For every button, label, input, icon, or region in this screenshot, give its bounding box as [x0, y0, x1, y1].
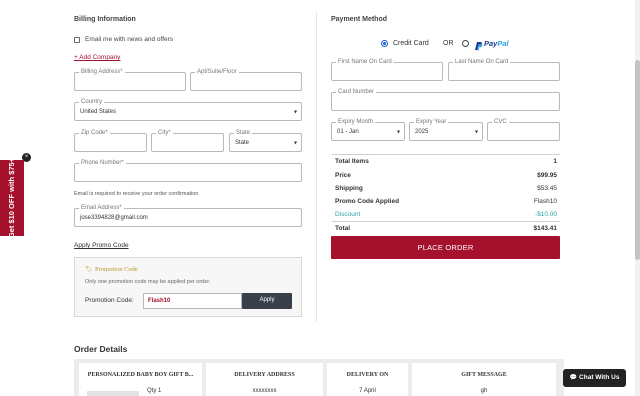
- summary-total-items: Total Items 1: [335, 158, 557, 165]
- country-select[interactable]: Country United States ▾: [74, 99, 302, 121]
- email-address-value: jose3394828@gmail.com: [80, 214, 148, 221]
- order-card-value: xxxxxxxx: [252, 388, 277, 394]
- expiry-year-select[interactable]: Expiry Year 2025 ▾: [409, 119, 483, 141]
- order-card-value: Qty 1: [147, 388, 162, 394]
- city-field[interactable]: City*: [151, 130, 224, 152]
- tag-icon: 🏷: [85, 267, 93, 273]
- order-details-title: Order Details: [74, 344, 128, 354]
- summary-price: Price $99.95: [335, 172, 557, 179]
- promotion-note: Only one promotion code may be applied p…: [85, 279, 211, 285]
- chevron-down-icon: ▾: [293, 140, 297, 146]
- chat-bubble-icon: 💬: [569, 375, 578, 381]
- place-order-button[interactable]: PLACE ORDER: [331, 236, 560, 259]
- zip-code-field[interactable]: Zip Code*: [74, 130, 147, 152]
- order-card-header: DELIVERY ON: [346, 372, 389, 378]
- expiry-year-label: Expiry Year: [414, 119, 449, 126]
- apt-suite-label: Apt/Suite/Floor: [195, 69, 239, 76]
- first-name-on-card-label: First Name On Card: [336, 59, 394, 66]
- summary-promo-applied: Promo Code Applied Flash10: [335, 198, 557, 205]
- paypal-radio[interactable]: [462, 40, 469, 47]
- email-optin-label: Email me with news and offers: [85, 36, 174, 43]
- email-address-field[interactable]: Email Address* jose3394828@gmail.com: [74, 205, 302, 227]
- order-card-header: DELIVERY ADDRESS: [234, 372, 295, 378]
- promotion-box-title: Promotion Code: [95, 266, 138, 273]
- summary-total-divider: [332, 221, 560, 222]
- billing-address-label: Billing Address*: [79, 69, 125, 76]
- state-label: State: [234, 130, 253, 137]
- billing-title: Billing Information: [74, 16, 136, 23]
- order-card-delivery-on: DELIVERY ON 7 April: [327, 363, 408, 396]
- card-number-label: Card Number: [336, 89, 377, 96]
- cvc-label: CVC: [492, 119, 509, 126]
- order-card-header: PERSONALIZED BABY BOY GIFT B...: [87, 372, 194, 378]
- country-label: Country: [79, 99, 105, 106]
- apply-promo-link[interactable]: Apply Promo Code: [74, 242, 129, 249]
- expiry-month-label: Expiry Month: [336, 119, 376, 126]
- summary-shipping: Shipping $53.45: [335, 185, 557, 192]
- expiry-year-value: 2025: [415, 128, 429, 135]
- order-card-value: gh: [480, 388, 488, 394]
- last-name-on-card-field[interactable]: Last Name On Card: [448, 59, 560, 81]
- chevron-down-icon: ▾: [293, 109, 297, 115]
- country-value: United States: [80, 108, 117, 115]
- product-thumbnail: [87, 391, 139, 396]
- credit-card-label: Credit Card: [393, 40, 429, 47]
- promotion-code-input[interactable]: Flash10: [143, 293, 242, 309]
- paypal-wordmark: PayPal: [484, 39, 509, 48]
- order-card-product: PERSONALIZED BABY BOY GIFT B... Qty 1: [79, 363, 202, 396]
- card-number-field[interactable]: Card Number: [331, 89, 560, 111]
- last-name-on-card-label: Last Name On Card: [453, 59, 511, 66]
- chat-with-us-button[interactable]: 💬 Chat With Us: [563, 369, 626, 387]
- email-address-label: Email Address*: [79, 205, 124, 212]
- billing-address-field[interactable]: Billing Address*: [74, 69, 186, 91]
- close-icon[interactable]: ×: [22, 153, 31, 162]
- chevron-down-icon: ▾: [474, 129, 478, 135]
- page-scrollbar-thumb[interactable]: [635, 60, 640, 260]
- promotion-code-value: Flash10: [148, 298, 171, 304]
- credit-card-radio[interactable]: [381, 40, 388, 47]
- payment-title: Payment Method: [331, 16, 388, 23]
- order-card-gift-message: GIFT MESSAGE gh: [412, 363, 556, 396]
- expiry-month-select[interactable]: Expiry Month 01 - Jan ▾: [331, 119, 405, 141]
- phone-number-field[interactable]: Phone Number*: [74, 160, 302, 182]
- side-offer-tab[interactable]: Get $10 OFF with $75+: [0, 157, 24, 239]
- phone-number-label: Phone Number*: [79, 160, 126, 167]
- column-divider: [316, 12, 317, 322]
- state-value: State: [235, 139, 250, 146]
- expiry-month-value: 01 - Jan: [337, 128, 359, 135]
- summary-top-divider: [332, 154, 560, 155]
- chevron-down-icon: ▾: [396, 129, 400, 135]
- paypal-logo-icon: [474, 38, 483, 51]
- or-label: OR: [443, 40, 454, 47]
- side-offer-text: Get $10 OFF with $75+: [7, 157, 16, 239]
- email-required-note: Email is required to receive your order …: [74, 191, 199, 197]
- order-card-delivery-address: DELIVERY ADDRESS xxxxxxxx: [206, 363, 323, 396]
- add-company-link[interactable]: + Add Company: [74, 54, 120, 61]
- cvc-field[interactable]: CVC: [487, 119, 560, 141]
- chat-label: Chat With Us: [579, 374, 620, 381]
- state-select[interactable]: State State ▾: [229, 130, 302, 152]
- zip-code-label: Zip Code*: [79, 130, 110, 137]
- order-card-header: GIFT MESSAGE: [461, 372, 507, 378]
- promotion-code-panel: 🏷 Promotion Code Only one promotion code…: [74, 257, 302, 317]
- apt-suite-field[interactable]: Apt/Suite/Floor: [190, 69, 302, 91]
- promotion-code-label: Promotion Code:: [85, 297, 134, 304]
- first-name-on-card-field[interactable]: First Name On Card: [331, 59, 443, 81]
- apply-promo-button[interactable]: Apply: [242, 293, 292, 309]
- email-optin-checkbox[interactable]: [74, 37, 80, 43]
- city-label: City*: [156, 130, 173, 137]
- order-card-value: 7 April: [359, 388, 376, 394]
